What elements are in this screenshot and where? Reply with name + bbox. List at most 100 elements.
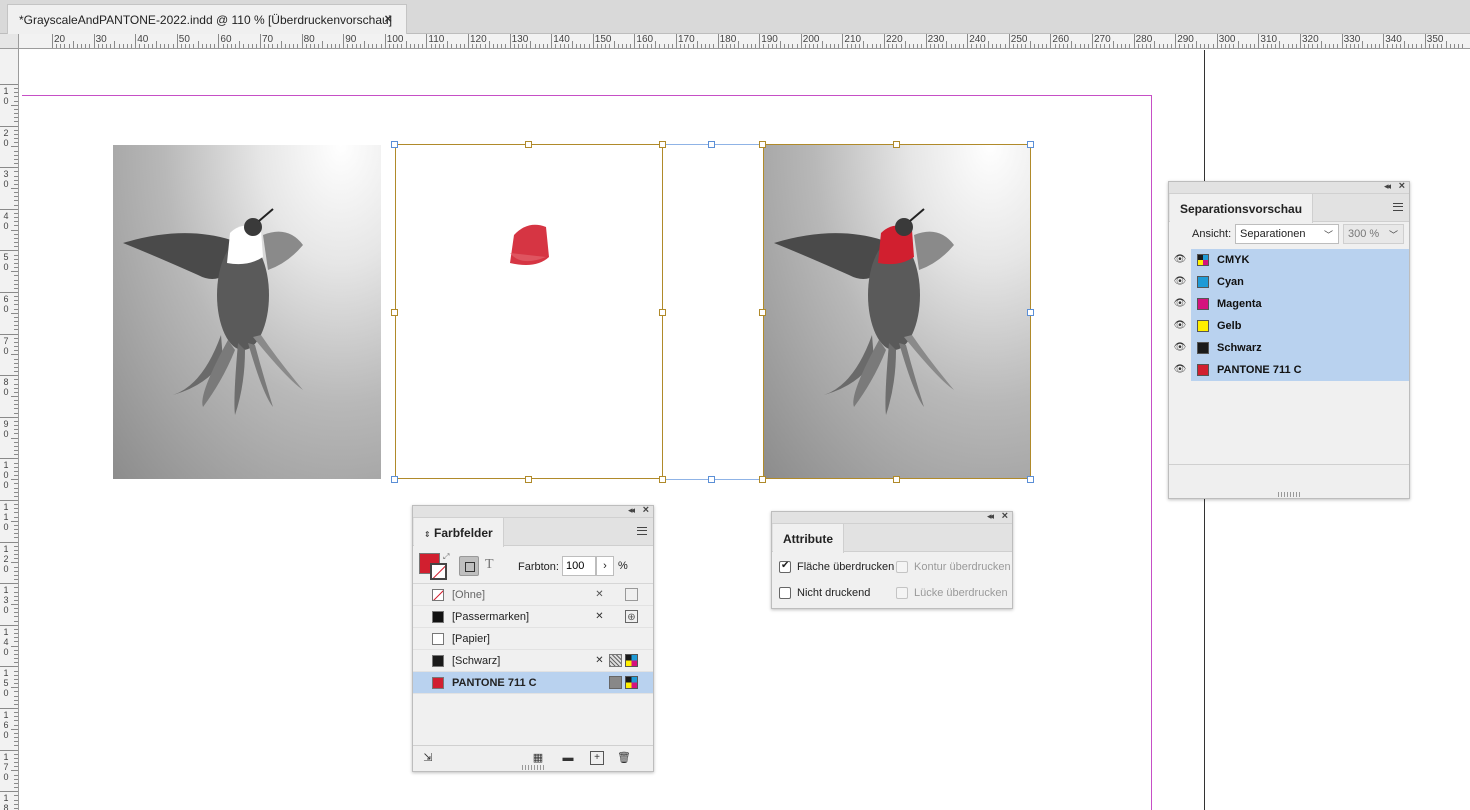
ruler-minor-tick: [14, 158, 18, 160]
ruler-minor-tick: [11, 604, 18, 605]
overprint-fill-checkbox[interactable]: [779, 560, 791, 573]
new-swatch-icon[interactable]: +: [590, 751, 604, 765]
panel-drag-bar[interactable]: ◂◂ ×: [413, 504, 653, 518]
panel-menu-icon[interactable]: [637, 527, 647, 535]
new-color-group-icon[interactable]: ▦: [531, 751, 545, 765]
nonprinting-checkbox[interactable]: [779, 587, 791, 599]
ruler-major-tick: [592, 34, 594, 48]
selection-handle[interactable]: [893, 476, 900, 483]
document-tab[interactable]: *GrayscaleAndPANTONE-2022.indd @ 110 % […: [7, 4, 407, 34]
selection-handle[interactable]: [708, 476, 715, 483]
ruler-minor-tick: [14, 350, 18, 352]
formatting-text-icon[interactable]: T: [485, 557, 494, 573]
horizontal-ruler[interactable]: 20 30 40 50 60 70 80 90 100 110 120 130 140 150 160 170…: [19, 34, 1470, 49]
vertical-ruler[interactable]: 10 20 30 40 50 60 70 80 90 100 110 120 130 140 150 160 1…: [0, 34, 19, 810]
tab-attributes[interactable]: Attribute: [773, 524, 844, 553]
view-select[interactable]: Separationen ﹀: [1235, 224, 1339, 244]
overprint-stroke-checkbox: [896, 561, 908, 573]
load-swatches-icon[interactable]: ⇲: [421, 751, 435, 765]
eye-icon[interactable]: 👁: [1169, 315, 1191, 337]
selection-handle[interactable]: [525, 476, 532, 483]
grayscale-image-frame[interactable]: [113, 145, 381, 479]
collapse-panel-icon[interactable]: ◂◂: [987, 511, 994, 522]
ruler-minor-tick: [1204, 44, 1206, 48]
tab-separations-preview[interactable]: Separationsvorschau: [1170, 194, 1314, 223]
ruler-minor-tick: [1166, 44, 1168, 48]
ruler-major-tick: [1258, 34, 1260, 48]
selection-handle[interactable]: [659, 476, 666, 483]
ruler-minor-tick: [243, 44, 245, 48]
selection-handle[interactable]: [893, 141, 900, 148]
swatch-row-pantone[interactable]: PANTONE 711 C: [413, 672, 653, 694]
panel-menu-icon[interactable]: [1393, 203, 1403, 211]
ruler-origin[interactable]: [0, 34, 19, 49]
ruler-minor-tick: [14, 366, 18, 368]
collapse-panel-icon[interactable]: ◂◂: [1384, 181, 1391, 192]
selection-handle[interactable]: [659, 141, 666, 148]
swatch-row-none[interactable]: [Ohne] ✕: [413, 584, 653, 606]
eye-icon[interactable]: 👁: [1169, 271, 1191, 293]
separation-row-magenta[interactable]: 👁 Magenta: [1169, 293, 1409, 315]
stroke-color-box[interactable]: [430, 563, 447, 580]
ruler-minor-tick: [14, 587, 18, 589]
panel-drag-bar[interactable]: ◂◂ ×: [1169, 180, 1409, 194]
swatch-row-paper[interactable]: [Papier]: [413, 628, 653, 650]
close-panel-icon[interactable]: ×: [643, 504, 649, 516]
ruler-minor-tick: [14, 691, 18, 693]
folder-icon[interactable]: ▬: [561, 751, 575, 765]
selection-handle[interactable]: [391, 141, 398, 148]
close-panel-icon[interactable]: ×: [1002, 510, 1008, 522]
ruler-minor-tick: [14, 212, 18, 214]
swatch-row-registration[interactable]: [Passermarken] ✕ ⊕: [413, 606, 653, 628]
tint-input[interactable]: [562, 556, 596, 576]
selection-handle[interactable]: [759, 309, 766, 316]
resize-grip-icon[interactable]: [522, 765, 544, 770]
ruler-minor-tick: [434, 44, 436, 48]
tab-swatches[interactable]: ⇕ Farbfelder: [414, 518, 504, 547]
ruler-minor-tick: [584, 44, 586, 48]
ruler-minor-tick: [14, 533, 18, 535]
selection-handle[interactable]: [525, 141, 532, 148]
ruler-minor-tick: [867, 44, 869, 48]
trash-icon[interactable]: 🗑: [617, 751, 631, 765]
ruler-major-tick: [0, 167, 18, 169]
selection-handle[interactable]: [391, 309, 398, 316]
ruler-major-tick: [0, 208, 18, 210]
separation-row-cmyk[interactable]: 👁 CMYK: [1169, 249, 1409, 271]
collapse-panel-icon[interactable]: ◂◂: [628, 505, 635, 516]
resize-grip-icon[interactable]: [1278, 492, 1300, 497]
ruler-minor-tick: [725, 44, 727, 48]
separation-row-pantone[interactable]: 👁 PANTONE 711 C: [1169, 359, 1409, 381]
selection-handle[interactable]: [659, 309, 666, 316]
selection-handle[interactable]: [391, 476, 398, 483]
ruler-minor-tick: [447, 41, 449, 48]
close-panel-icon[interactable]: ×: [1399, 180, 1405, 192]
selection-handle[interactable]: [708, 141, 715, 148]
separation-row-gelb[interactable]: 👁 Gelb: [1169, 315, 1409, 337]
ruler-minor-tick: [14, 129, 18, 131]
selection-handle[interactable]: [1027, 141, 1034, 148]
panel-drag-bar[interactable]: ◂◂ ×: [772, 510, 1012, 524]
separation-row-cyan[interactable]: 👁 Cyan: [1169, 271, 1409, 293]
selection-handle[interactable]: [1027, 309, 1034, 316]
selection-handle[interactable]: [759, 476, 766, 483]
selection-handle[interactable]: [759, 141, 766, 148]
swatch-row-black[interactable]: [Schwarz] ✕: [413, 650, 653, 672]
formatting-container-icon[interactable]: [459, 556, 479, 576]
close-tab-icon[interactable]: ×: [384, 11, 392, 26]
eye-icon[interactable]: 👁: [1169, 359, 1191, 381]
ruler-minor-tick: [14, 200, 18, 202]
selection-handle[interactable]: [1027, 476, 1034, 483]
eye-icon[interactable]: 👁: [1169, 249, 1191, 271]
pantone-channel-image-frame[interactable]: [395, 144, 663, 479]
composite-image-frame[interactable]: [763, 144, 1031, 479]
tint-slider-arrow-icon[interactable]: ›: [596, 556, 614, 576]
swap-arrow-icon[interactable]: ⤢: [443, 552, 449, 562]
ruler-minor-tick: [101, 44, 103, 48]
zoom-select[interactable]: 300 % ﹀: [1343, 224, 1404, 244]
none-swatch-chip: [432, 589, 444, 601]
view-select-value: Separationen: [1240, 228, 1306, 240]
eye-icon[interactable]: 👁: [1169, 337, 1191, 359]
eye-icon[interactable]: 👁: [1169, 293, 1191, 315]
separation-row-schwarz[interactable]: 👁 Schwarz: [1169, 337, 1409, 359]
